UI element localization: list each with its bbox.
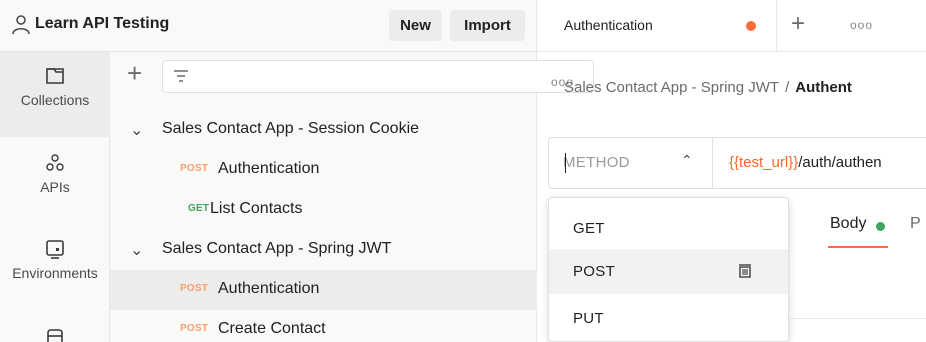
method-option-put[interactable]: PUT [549, 296, 788, 341]
user-icon [12, 15, 30, 35]
request-tabs: Authentication + ooo [537, 0, 926, 52]
environment-icon [46, 240, 64, 259]
collection-row[interactable]: ⌄ Sales Contact App - Spring JWT [110, 230, 537, 270]
request-name: Authentication [218, 160, 320, 177]
url-path: /auth/authen [798, 154, 882, 171]
filter-input[interactable]: ooo [162, 60, 594, 93]
request-name: List Contacts [210, 200, 303, 217]
request-row[interactable]: POST Authentication [110, 150, 537, 190]
request-row[interactable]: POST Authentication [110, 270, 537, 310]
chevron-up-icon[interactable]: ⌃ [681, 152, 693, 169]
breadcrumb-separator: / [785, 79, 790, 96]
body-indicator-dot [876, 222, 885, 231]
workspace-header: Learn API Testing New Import [0, 0, 537, 52]
collections-panel: + ooo ⌄ Sales Contact App - Session Cook… [110, 52, 594, 342]
method-option-label: PUT [573, 310, 604, 327]
url-variable: {{test_url}} [729, 154, 799, 171]
method-option-post[interactable]: POST [549, 249, 788, 294]
breadcrumb-current[interactable]: Authent [795, 79, 852, 96]
method-dropdown: GET POST PUT [548, 197, 789, 342]
filter-icon [174, 70, 188, 82]
method-placeholder: METHOD [563, 154, 630, 171]
method-badge: GET [188, 203, 210, 214]
collection-row[interactable]: ⌄ Sales Contact App - Session Cookie [110, 110, 537, 150]
new-tab-button[interactable]: + [791, 10, 805, 38]
chevron-down-icon[interactable]: ⌄ [130, 240, 143, 260]
breadcrumb: Sales Contact App - Spring JWT / Authent [564, 79, 852, 96]
add-collection-button[interactable]: + [127, 60, 142, 86]
sidebar-item-collections[interactable]: Collections [0, 52, 110, 137]
collection-icon [46, 68, 64, 84]
sidebar-item-environments[interactable]: Environments [0, 217, 110, 297]
collection-name: Sales Contact App - Spring JWT [162, 240, 392, 257]
method-option-get[interactable]: GET [549, 206, 788, 251]
active-tab-underline [828, 246, 888, 248]
method-select[interactable]: METHOD ⌃ [549, 138, 713, 188]
unsaved-changes-dot [746, 21, 756, 31]
chevron-down-icon[interactable]: ⌄ [130, 120, 143, 140]
sidebar-item-apis[interactable]: APIs [0, 137, 110, 217]
workspace-title[interactable]: Learn API Testing [35, 15, 169, 33]
sidebar-item-label: Collections [20, 92, 90, 108]
sidebar-rail: Collections APIs Environments [0, 52, 110, 342]
text-caret [565, 153, 566, 173]
url-input[interactable]: {{test_url}}/auth/authen [729, 154, 882, 171]
breadcrumb-collection[interactable]: Sales Contact App - Spring JWT [564, 79, 779, 96]
sidebar-item-label: Environments [12, 265, 98, 281]
request-name: Authentication [218, 280, 320, 297]
trash-icon[interactable] [737, 262, 753, 278]
more-tabs-icon[interactable]: ooo [850, 18, 873, 32]
divider [790, 318, 926, 319]
method-badge: POST [180, 323, 209, 334]
method-option-label: GET [573, 220, 605, 237]
sidebar-item-label: APIs [40, 179, 70, 195]
new-button[interactable]: New [389, 10, 442, 41]
mock-server-icon [47, 329, 63, 342]
tab-pre-request[interactable]: P [910, 215, 921, 233]
request-name: Create Contact [218, 320, 326, 337]
collection-name: Sales Contact App - Session Cookie [162, 120, 420, 137]
request-url-bar: METHOD ⌃ {{test_url}}/auth/authen [548, 137, 926, 189]
method-option-label: POST [573, 263, 616, 280]
api-icon [46, 154, 64, 171]
tab-authentication[interactable]: Authentication [537, 0, 777, 52]
tab-label: Authentication [564, 17, 653, 33]
import-button[interactable]: Import [450, 10, 525, 41]
sidebar-item-mock-servers[interactable] [0, 297, 110, 342]
method-badge: POST [180, 283, 209, 294]
request-row[interactable]: GET List Contacts [110, 190, 537, 230]
tab-body[interactable]: Body [830, 215, 866, 233]
request-row[interactable]: POST Create Contact [110, 310, 537, 342]
method-badge: POST [180, 163, 209, 174]
